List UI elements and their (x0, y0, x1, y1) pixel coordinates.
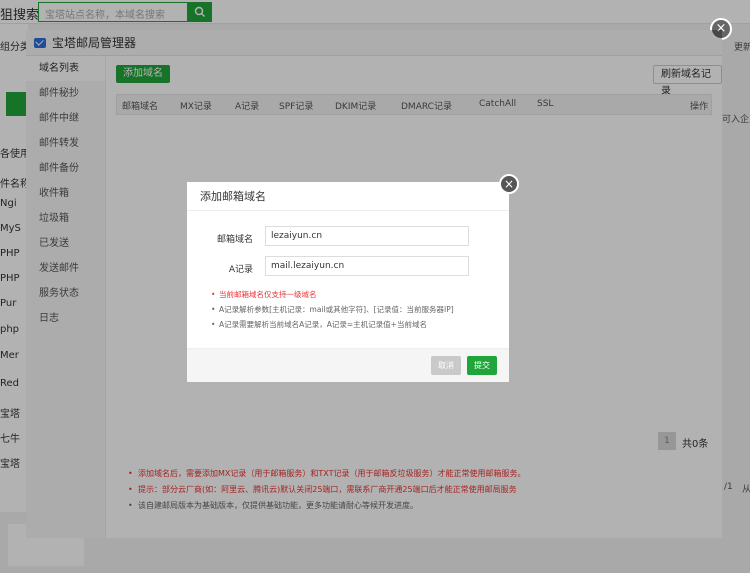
add-domain-dialog: 添加邮箱域名 × 邮箱域名 lezaiyun.cn A记录 mail.lezai… (187, 174, 519, 382)
tip-item: 当前邮箱域名仅支持一级域名 (211, 287, 501, 302)
add-domain-title: 添加邮箱域名 (187, 182, 509, 211)
add-domain-footer: 取消 提交 (187, 348, 509, 382)
close-icon[interactable]: × (499, 174, 519, 194)
domain-label: 邮箱域名 (216, 235, 253, 245)
tip-item: A记录需要解析当前域名A记录，A记录=主机记录值+当前域名 (211, 317, 501, 332)
a-record-input[interactable]: mail.lezaiyun.cn (265, 256, 469, 276)
add-domain-tips: 当前邮箱域名仅支持一级域名 A记录解析参数[主机记录：mail或其他字符]、[记… (211, 287, 501, 332)
a-record-label: A记录 (228, 265, 253, 275)
domain-input[interactable]: lezaiyun.cn (265, 226, 469, 246)
cancel-button[interactable]: 取消 (431, 356, 461, 375)
submit-button[interactable]: 提交 (467, 356, 497, 375)
tip-item: A记录解析参数[主机记录：mail或其他字符]、[记录值：当前服务器IP] (211, 302, 501, 317)
